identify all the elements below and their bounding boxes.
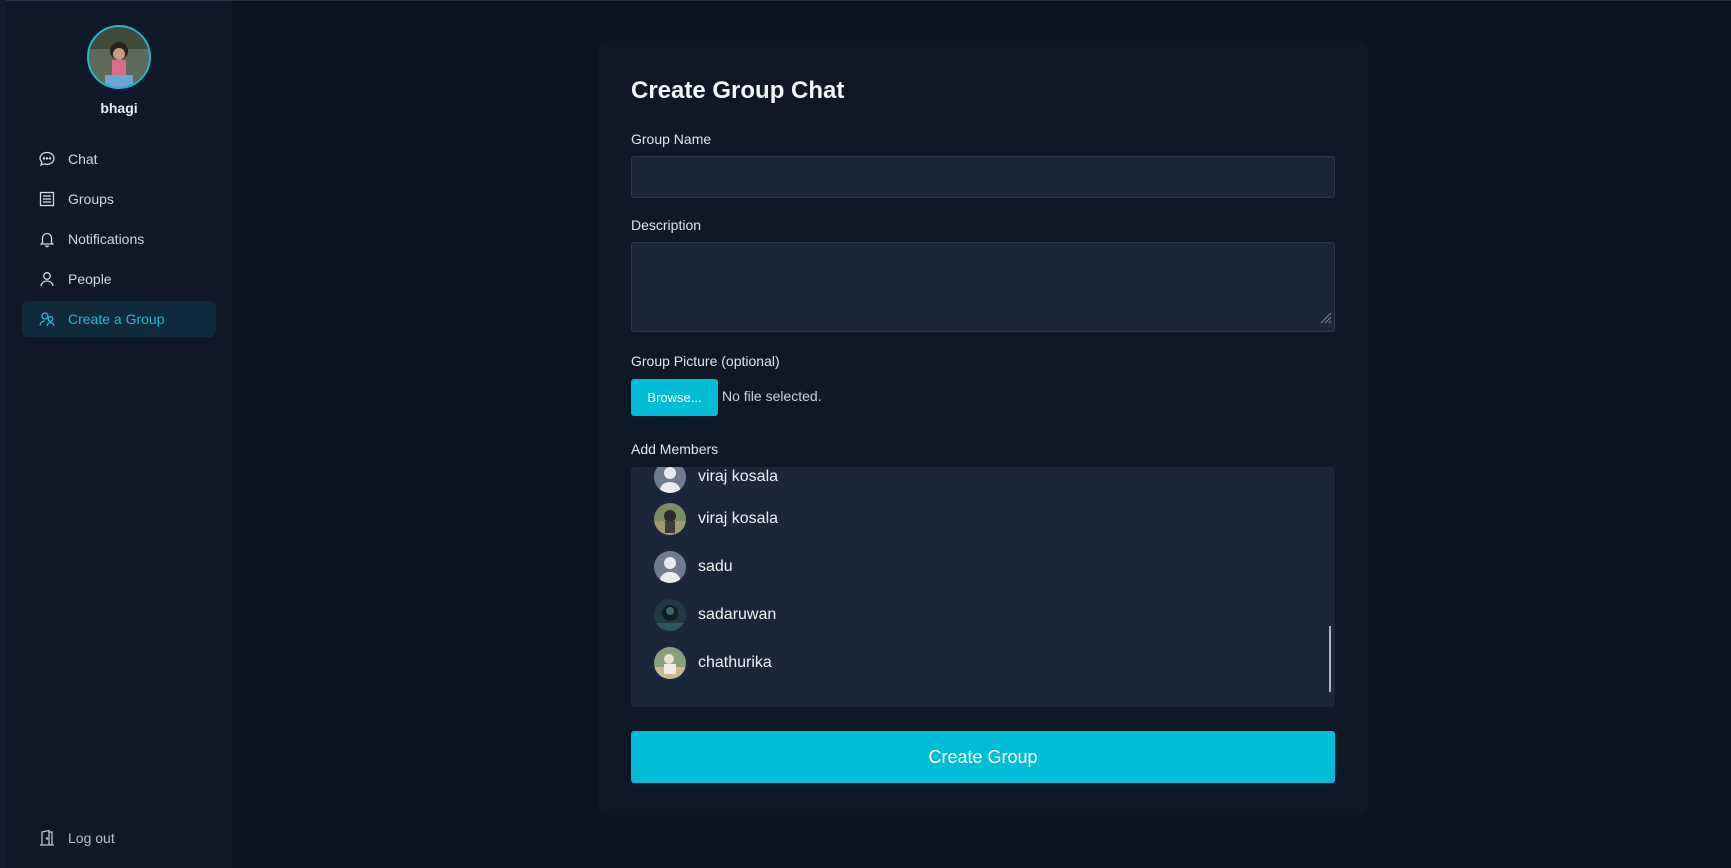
list-item[interactable]: viraj kosala [654, 467, 778, 494]
members-list[interactable]: viraj kosala viraj kosala sadu sadaruwan… [631, 467, 1335, 707]
nav-label: Chat [68, 151, 98, 167]
logout-label: Log out [68, 830, 115, 846]
add-members-label: Add Members [631, 441, 719, 457]
member-name: viraj kosala [698, 468, 779, 485]
chat-bubble-icon [38, 150, 56, 168]
sidebar: bhagi Chat Groups Notifications People C… [6, 1, 232, 868]
avatar [654, 503, 686, 535]
avatar [654, 467, 686, 493]
main-nav: Chat Groups Notifications People Create … [22, 141, 216, 341]
file-status: No file selected. [722, 388, 822, 404]
nav-label: Groups [68, 191, 114, 207]
user-avatar[interactable] [87, 25, 151, 89]
nav-label: Notifications [68, 231, 145, 247]
scrollbar-thumb[interactable] [1329, 626, 1331, 692]
list-item[interactable]: chathurika [654, 646, 772, 680]
nav-item-people[interactable]: People [22, 261, 216, 297]
create-group-card: Create Group Chat Group Name Description… [598, 41, 1368, 815]
page-title: Create Group Chat [631, 77, 845, 104]
nav-label: People [68, 271, 112, 287]
avatar [654, 551, 686, 583]
nav-item-create-group[interactable]: Create a Group [22, 301, 216, 337]
bell-icon [38, 230, 56, 248]
nav-item-notifications[interactable]: Notifications [22, 221, 216, 257]
logout-button[interactable]: Log out [38, 829, 115, 847]
member-name: viraj kosala [698, 510, 779, 527]
nav-item-chat[interactable]: Chat [22, 141, 216, 177]
group-name-input[interactable] [631, 156, 1335, 198]
users-plus-icon [38, 310, 56, 328]
group-picture-label: Group Picture (optional) [631, 353, 780, 369]
member-name: sadaruwan [698, 606, 777, 623]
nav-label: Create a Group [68, 311, 165, 327]
groups-icon [38, 190, 56, 208]
member-name: sadu [698, 558, 733, 575]
list-item[interactable]: sadaruwan [654, 598, 776, 632]
top-border [0, 0, 1731, 1]
browse-button[interactable]: Browse... [631, 379, 718, 416]
description-textarea[interactable] [631, 242, 1335, 332]
avatar [654, 599, 686, 631]
avatar [654, 647, 686, 679]
list-item[interactable]: viraj kosala [654, 502, 778, 536]
username: bhagi [100, 100, 138, 116]
create-group-button[interactable]: Create Group [631, 731, 1335, 783]
description-label: Description [631, 217, 702, 233]
nav-item-groups[interactable]: Groups [22, 181, 216, 217]
door-icon [38, 829, 56, 847]
group-name-label: Group Name [631, 131, 712, 147]
person-icon [38, 270, 56, 288]
resize-handle-icon[interactable] [1318, 310, 1332, 329]
member-name: chathurika [698, 654, 772, 671]
list-item[interactable]: sadu [654, 550, 733, 584]
